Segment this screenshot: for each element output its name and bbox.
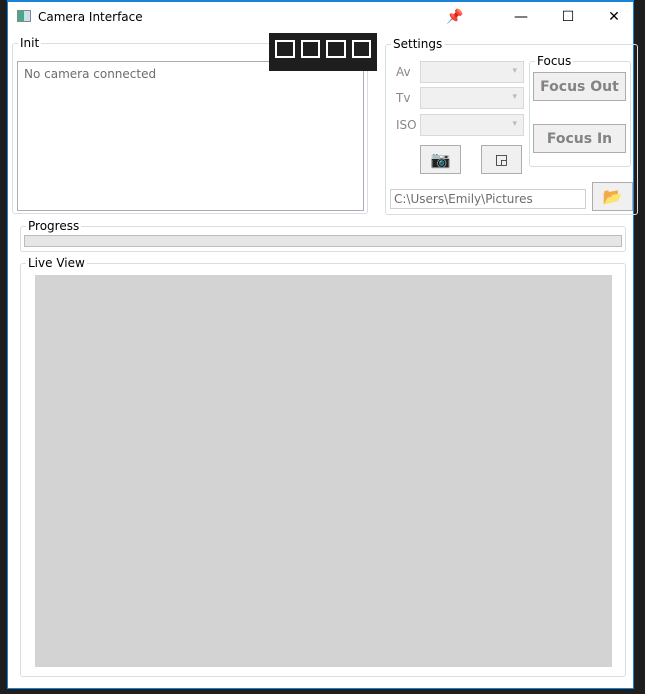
window-icon: ◲	[494, 151, 509, 168]
folder-open-icon: 📂	[602, 187, 623, 206]
iso-label: ISO	[396, 118, 417, 132]
save-path-input[interactable]: C:\Users\Emily\Pictures	[390, 189, 586, 209]
init-legend: Init	[20, 36, 40, 50]
av-combobox[interactable]: ▾	[420, 61, 524, 83]
av-label: Av	[396, 65, 411, 79]
live-view-group: Live View	[20, 256, 626, 677]
live-visual-tree-icon[interactable]	[275, 40, 295, 58]
init-log-textbox[interactable]: No camera connected	[17, 61, 364, 211]
settings-legend: Settings	[393, 37, 443, 51]
pin-icon[interactable]: 📌	[432, 2, 478, 32]
close-button[interactable]: ✕	[591, 2, 637, 32]
browse-folder-button[interactable]: 📂	[592, 182, 633, 211]
camera-icon: 📷	[430, 150, 451, 169]
live-view-legend: Live View	[28, 256, 85, 270]
minimize-button[interactable]: —	[498, 2, 544, 32]
progress-group: Progress	[20, 219, 626, 252]
camera-interface-window: Camera Interface 📌 — ☐ ✕ Init No camera …	[7, 0, 638, 689]
track-focus-icon[interactable]	[351, 40, 371, 58]
focus-in-button[interactable]: Focus In	[533, 124, 626, 153]
select-element-icon[interactable]	[300, 40, 320, 58]
display-layout-adorners-icon[interactable]	[326, 40, 346, 58]
settings-group: Settings Av ▾ Tv ▾ ISO ▾ 📷 ◲ Focus Focus…	[385, 37, 638, 215]
tv-combobox[interactable]: ▾	[420, 87, 524, 109]
maximize-button[interactable]: ☐	[545, 2, 591, 32]
iso-combobox[interactable]: ▾	[420, 114, 524, 136]
focus-legend: Focus	[537, 54, 572, 68]
live-view-image	[35, 275, 612, 667]
focus-out-button[interactable]: Focus Out	[533, 72, 626, 101]
window-title: Camera Interface	[38, 10, 143, 24]
window-toggle-button[interactable]: ◲	[481, 145, 522, 174]
take-picture-button[interactable]: 📷	[420, 145, 461, 174]
app-icon	[17, 10, 31, 22]
debug-toolbar	[269, 33, 377, 71]
tv-label: Tv	[396, 91, 411, 105]
progress-legend: Progress	[28, 219, 80, 233]
progress-bar	[24, 235, 622, 247]
focus-group: Focus Focus Out Focus In	[529, 54, 631, 167]
